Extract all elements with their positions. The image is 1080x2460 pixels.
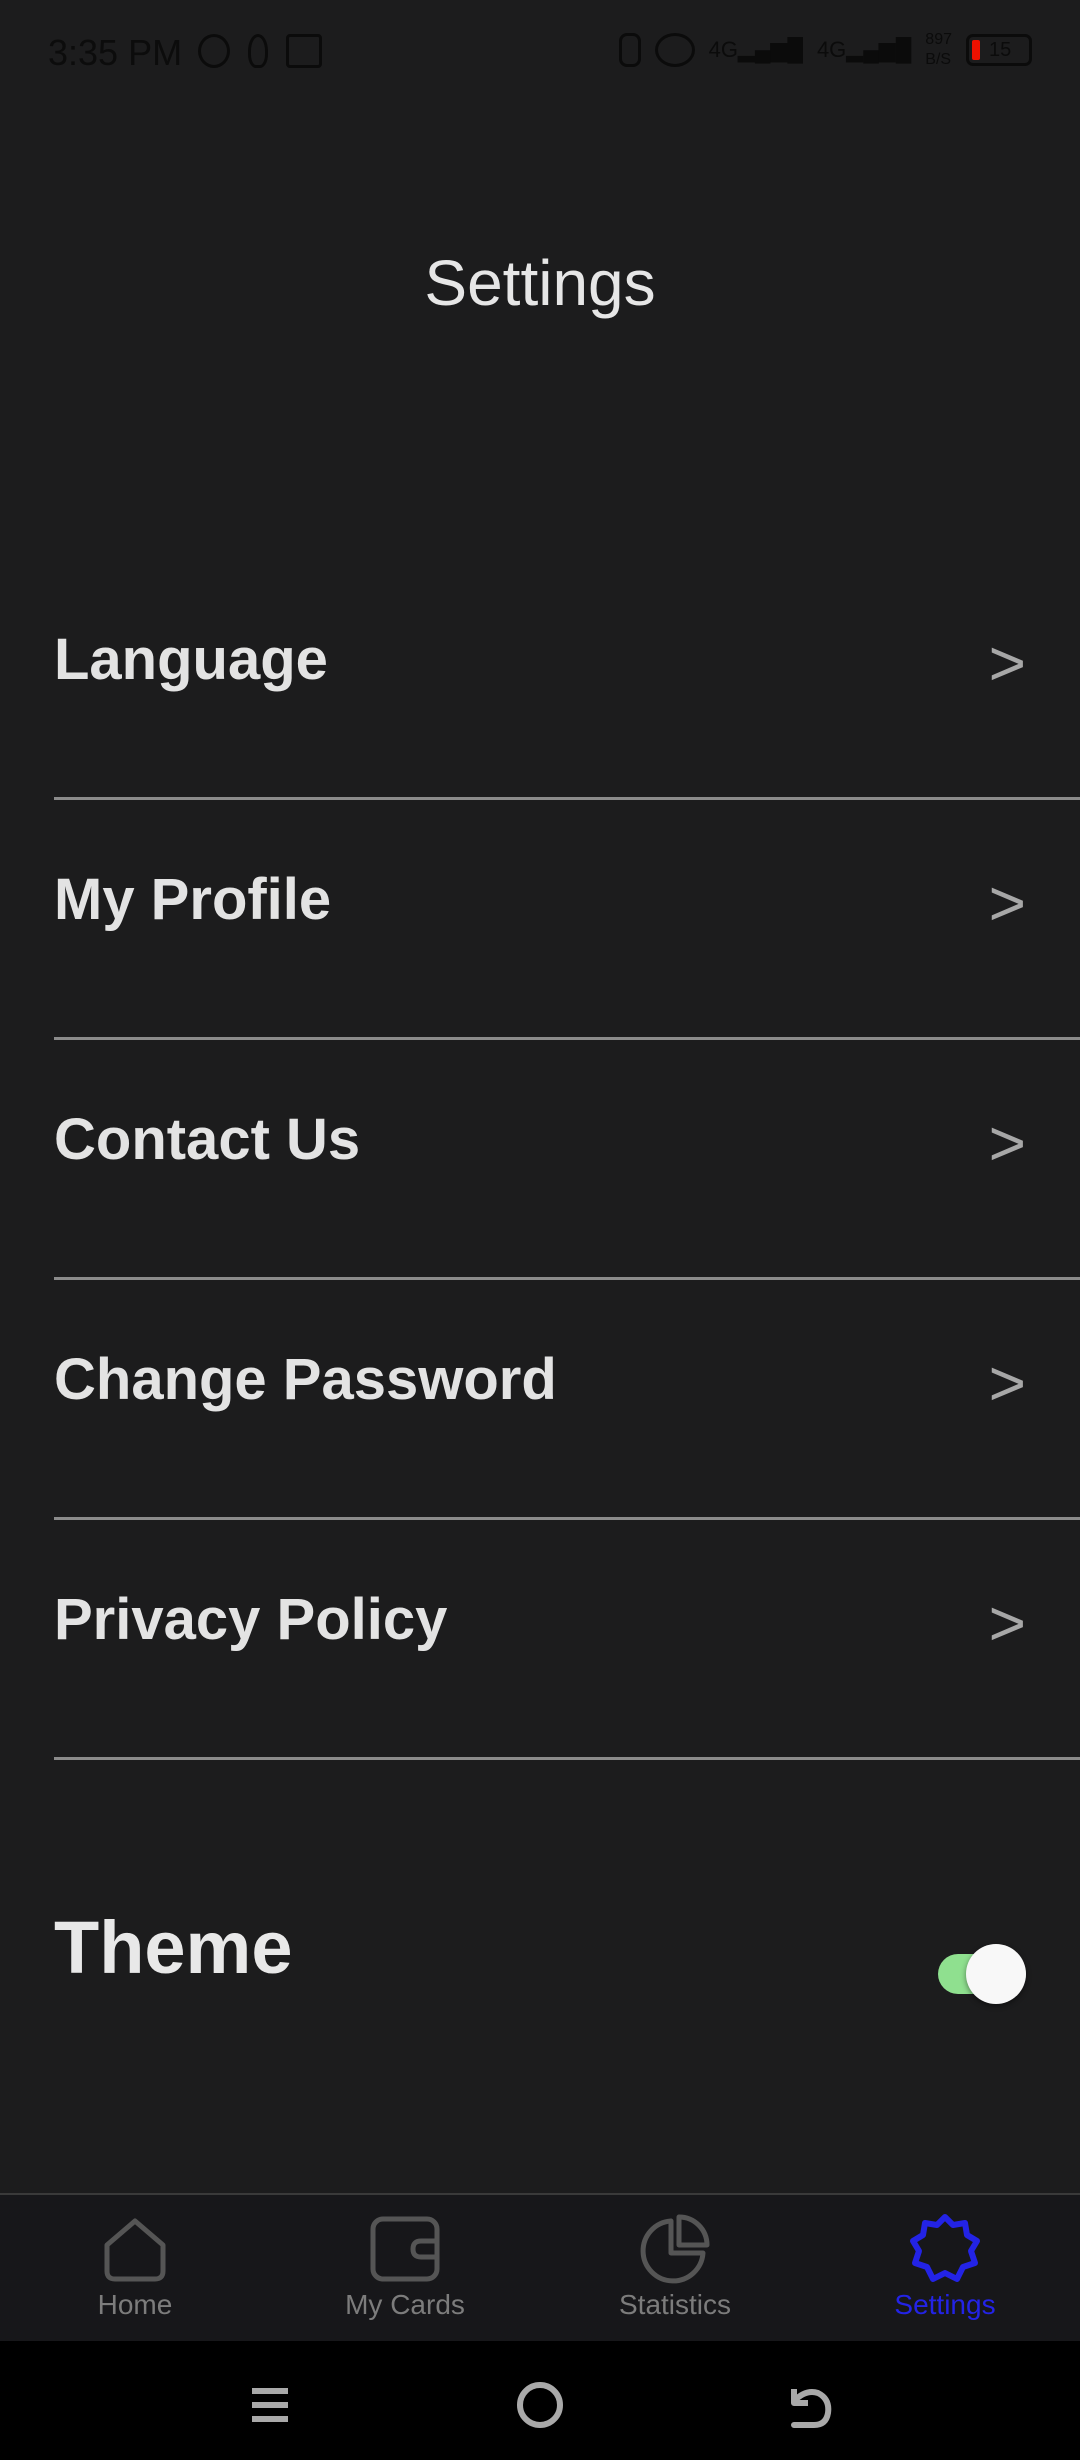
settings-item-label: Contact Us: [54, 1107, 361, 1172]
gmail-icon: [286, 34, 322, 68]
pie-chart-icon: [640, 2214, 710, 2284]
back-icon[interactable]: [780, 2375, 840, 2435]
toggle-thumb: [966, 1944, 1026, 2004]
settings-item-label: Language: [54, 627, 328, 692]
chevron-right-icon: >: [988, 1587, 1026, 1659]
vibrate-icon: [618, 33, 641, 67]
battery-icon: 15: [966, 34, 1032, 66]
settings-list: Language > My Profile > Contact Us > Cha…: [54, 560, 1080, 1760]
settings-item-label: Privacy Policy: [54, 1587, 448, 1652]
status-time: 3:35 PM: [48, 32, 183, 73]
settings-item-contact-us[interactable]: Contact Us >: [54, 1040, 1080, 1280]
nav-item-my-cards[interactable]: My Cards: [270, 2195, 540, 2343]
whatsapp-icon: [198, 34, 230, 68]
settings-item-label: Change Password: [54, 1347, 557, 1412]
nav-label: Home: [97, 2289, 173, 2320]
signal-4g-icon: 4G▂▄▆█: [816, 37, 912, 62]
status-bar: 3:35 PM 4G▂▄▆█ 4G▂▄▆█ 897 B/S 15: [0, 0, 1080, 110]
settings-item-change-password[interactable]: Change Password >: [54, 1280, 1080, 1520]
chevron-right-icon: >: [988, 867, 1026, 939]
nav-label: My Cards: [345, 2289, 465, 2320]
system-nav-bar: [0, 2341, 1080, 2460]
page-title: Settings: [424, 247, 656, 319]
theme-label: Theme: [54, 1906, 293, 1989]
recents-icon[interactable]: [240, 2375, 300, 2435]
wallet-icon: [370, 2216, 440, 2282]
chevron-right-icon: >: [988, 1347, 1026, 1419]
battery-level: 15: [989, 39, 1012, 61]
nav-label: Statistics: [618, 2289, 732, 2320]
nav-label: Settings: [894, 2289, 996, 2320]
gear-icon: [910, 2214, 980, 2282]
chevron-right-icon: >: [988, 1107, 1026, 1179]
nav-item-home[interactable]: Home: [0, 2195, 270, 2343]
home-icon: [104, 2218, 166, 2282]
signal-4g-icon: 4G▂▄▆█: [708, 37, 803, 62]
settings-item-label: My Profile: [54, 867, 332, 932]
home-circle-icon[interactable]: [510, 2375, 570, 2435]
settings-item-language[interactable]: Language >: [54, 560, 1080, 800]
settings-item-privacy-policy[interactable]: Privacy Policy >: [54, 1520, 1080, 1760]
flame-icon: [248, 34, 268, 68]
settings-item-my-profile[interactable]: My Profile >: [54, 800, 1080, 1040]
net-speed: 897 B/S: [925, 31, 952, 68]
bottom-nav: Home My Cards Statistics Settings: [0, 2193, 1080, 2343]
theme-toggle[interactable]: [938, 1944, 1026, 2004]
nav-item-statistics[interactable]: Statistics: [540, 2195, 810, 2343]
chevron-right-icon: >: [988, 627, 1026, 699]
nav-item-settings[interactable]: Settings: [810, 2195, 1080, 2343]
hotspot-icon: [654, 33, 695, 67]
